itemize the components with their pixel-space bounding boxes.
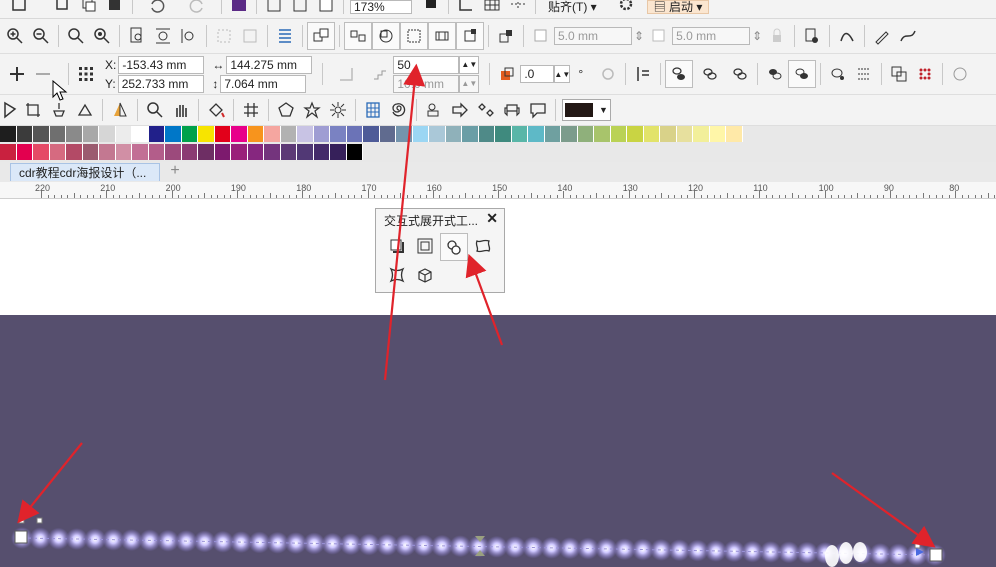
mouse-cursor-icon [52,80,68,101]
selection-handle-tm[interactable] [36,517,43,524]
selection-handle-tl[interactable] [18,517,25,524]
blend-start-handle[interactable] [14,530,28,544]
blend-end-handle[interactable] [929,548,943,562]
extrude-tool-icon[interactable] [412,262,438,288]
blend-tool-icon[interactable] [440,233,468,261]
drop-shadow-tool-icon[interactable] [384,233,410,259]
flyout-close-button[interactable]: ✕ [486,210,498,227]
selection-handle-br[interactable] [914,542,921,549]
contour-tool-icon[interactable] [412,233,438,259]
envelope-tool-icon[interactable] [384,262,410,288]
distort-tool-icon[interactable] [470,233,496,259]
flyout-title: 交互式展开式工... [384,214,479,228]
interactive-tools-flyout: 交互式展开式工... ✕ [375,208,505,293]
